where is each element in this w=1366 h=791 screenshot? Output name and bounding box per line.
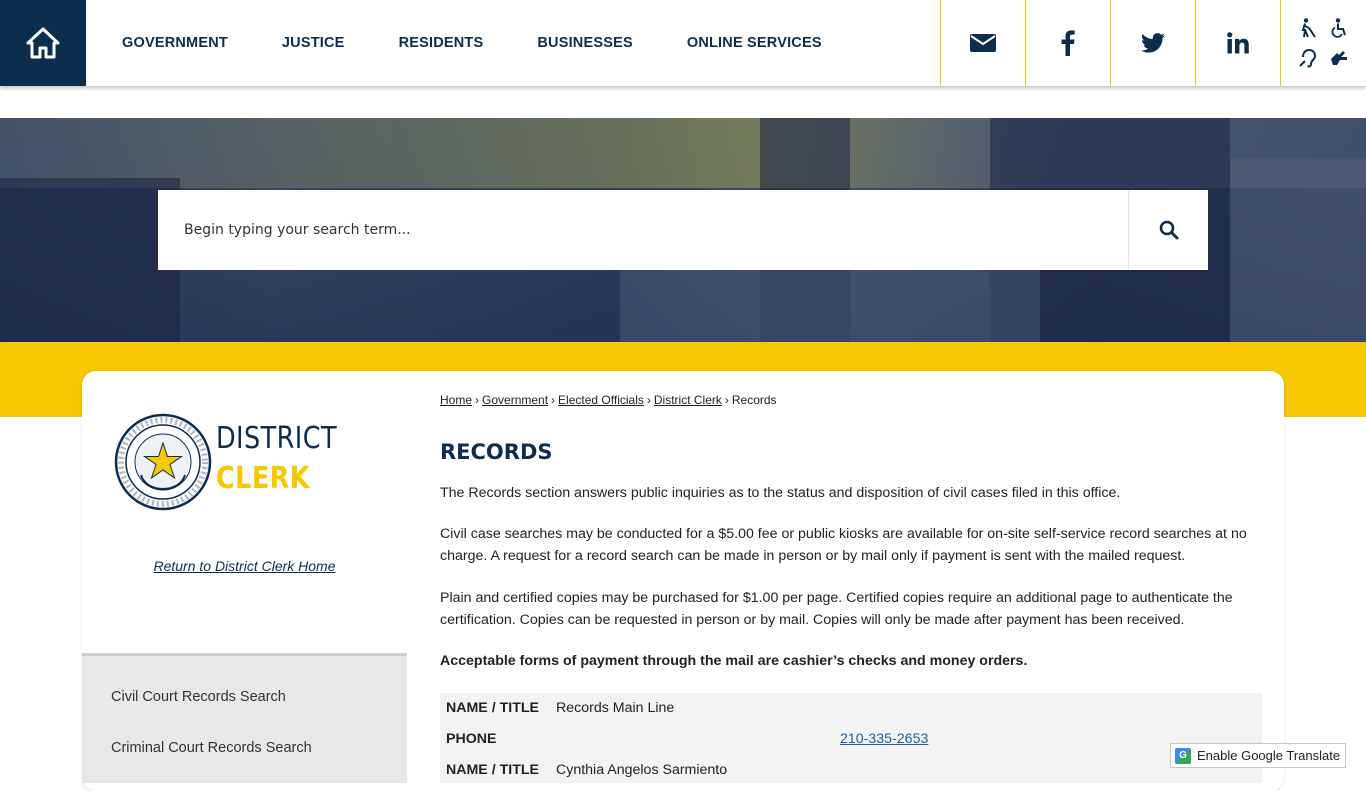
breadcrumb-separator: › — [551, 393, 556, 407]
google-translate-button[interactable]: G Enable Google Translate — [1170, 743, 1346, 768]
logo-title-clerk: CLERK — [216, 461, 310, 496]
facebook-link[interactable] — [1025, 0, 1110, 86]
translate-label: Enable Google Translate — [1197, 748, 1341, 763]
contact-row: PHONE 210-335-2653 — [440, 724, 1262, 755]
nav-residents[interactable]: RESIDENTS — [399, 35, 484, 51]
linkedin-link[interactable] — [1195, 0, 1280, 86]
district-clerk-logo[interactable]: DISTRICT CLERK — [114, 413, 344, 511]
sidebar-item-civil-records[interactable]: Civil Court Records Search — [111, 689, 286, 705]
home-icon — [26, 27, 60, 59]
contact-name-value: Records Main Line — [556, 700, 675, 716]
contact-row: NAME / TITLE Records Main Line — [440, 693, 1262, 724]
nav-businesses[interactable]: BUSINESSES — [537, 35, 632, 51]
breadcrumb-home[interactable]: Home — [440, 393, 472, 407]
twitter-icon — [1141, 33, 1165, 53]
nav-justice[interactable]: JUSTICE — [282, 35, 345, 51]
payment-paragraph: Acceptable forms of payment through the … — [440, 653, 1028, 669]
intro-paragraph: The Records section answers public inqui… — [440, 485, 1121, 501]
sidebar-item-criminal-records[interactable]: Criminal Court Records Search — [111, 740, 312, 756]
google-translate-icon: G — [1175, 747, 1191, 764]
search-fee-paragraph: Civil case searches may be conducted for… — [440, 526, 1247, 564]
contact-table: NAME / TITLE Records Main Line PHONE 210… — [440, 693, 1262, 783]
nav-government[interactable]: GOVERNMENT — [122, 35, 228, 51]
wheelchair-icon[interactable] — [1330, 18, 1348, 38]
search-icon — [1159, 220, 1178, 240]
side-navigation: Civil Court Records Search Criminal Cour… — [82, 653, 407, 783]
blind-icon[interactable] — [1299, 18, 1317, 38]
home-button[interactable] — [0, 0, 86, 86]
return-home-link[interactable]: Return to District Clerk Home — [82, 558, 407, 574]
breadcrumb-district-clerk[interactable]: District Clerk — [654, 393, 722, 407]
breadcrumb-separator: › — [724, 393, 729, 407]
breadcrumb-current: Records — [731, 393, 777, 407]
main-nav: GOVERNMENT JUSTICE RESIDENTS BUSINESSES … — [122, 0, 876, 86]
hearing-icon[interactable] — [1298, 48, 1317, 68]
linkedin-icon — [1227, 32, 1249, 54]
contact-name-label: NAME / TITLE — [446, 700, 540, 716]
sign-language-icon[interactable] — [1329, 49, 1349, 67]
page-title: RECORDS — [440, 440, 553, 464]
social-links — [940, 0, 1365, 86]
copies-paragraph: Plain and certified copies may be purcha… — [440, 590, 1233, 628]
twitter-link[interactable] — [1110, 0, 1195, 86]
contact-row: NAME / TITLE Cynthia Angelos Sarmiento — [440, 755, 1262, 786]
accessibility-links — [1280, 0, 1365, 86]
breadcrumb-separator: › — [646, 393, 651, 407]
logo-title-district: DISTRICT — [216, 421, 337, 456]
email-link[interactable] — [940, 0, 1025, 86]
hero-building — [0, 178, 180, 342]
contact-phone-label: PHONE — [446, 731, 497, 747]
breadcrumb-government[interactable]: Government — [482, 393, 548, 407]
search-button[interactable] — [1128, 190, 1208, 270]
search-input[interactable] — [158, 190, 1128, 270]
breadcrumb-separator: › — [475, 393, 480, 407]
nav-online-services[interactable]: ONLINE SERVICES — [687, 35, 822, 51]
site-search — [158, 190, 1208, 270]
hero-banner — [0, 118, 1366, 342]
breadcrumb-elected-officials[interactable]: Elected Officials — [558, 393, 644, 407]
email-icon — [970, 34, 996, 52]
hero-building — [1230, 158, 1366, 342]
site-header: GOVERNMENT JUSTICE RESIDENTS BUSINESSES … — [0, 0, 1366, 86]
contact-phone-link[interactable]: 210-335-2653 — [840, 731, 928, 747]
breadcrumb: Home › Government › Elected Officials › Distri… — [440, 393, 777, 407]
county-seal-icon — [114, 413, 212, 511]
contact-name-value-2: Cynthia Angelos Sarmiento — [556, 762, 728, 778]
contact-name-label-2: NAME / TITLE — [446, 762, 540, 778]
facebook-icon — [1061, 30, 1075, 56]
